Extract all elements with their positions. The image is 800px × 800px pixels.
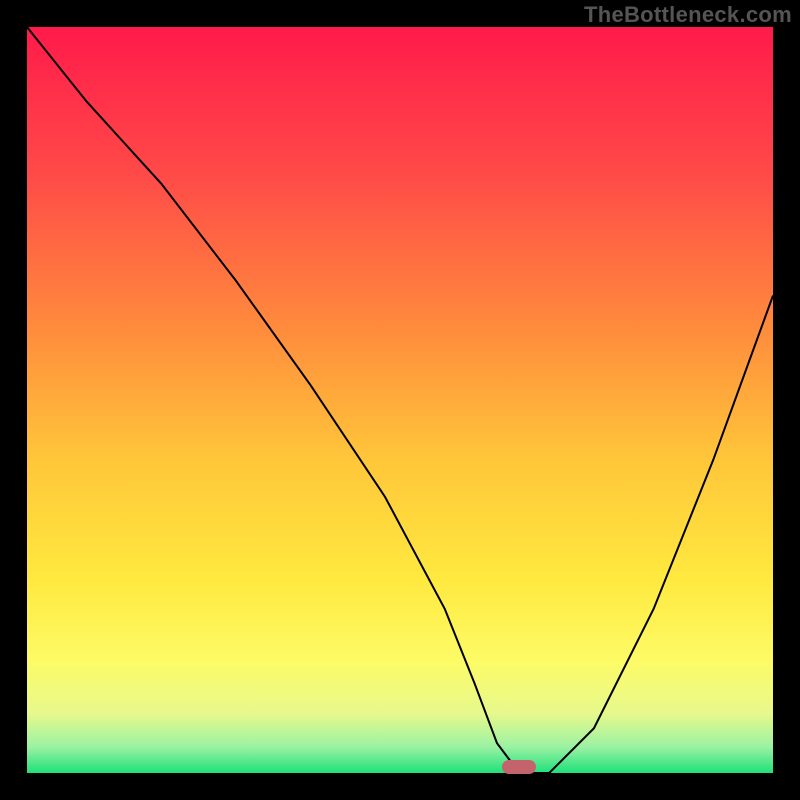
plot-area <box>27 27 773 773</box>
optimal-marker <box>502 760 536 774</box>
chart-frame: TheBottleneck.com <box>0 0 800 800</box>
background-gradient <box>27 27 773 773</box>
watermark-label: TheBottleneck.com <box>584 2 792 28</box>
